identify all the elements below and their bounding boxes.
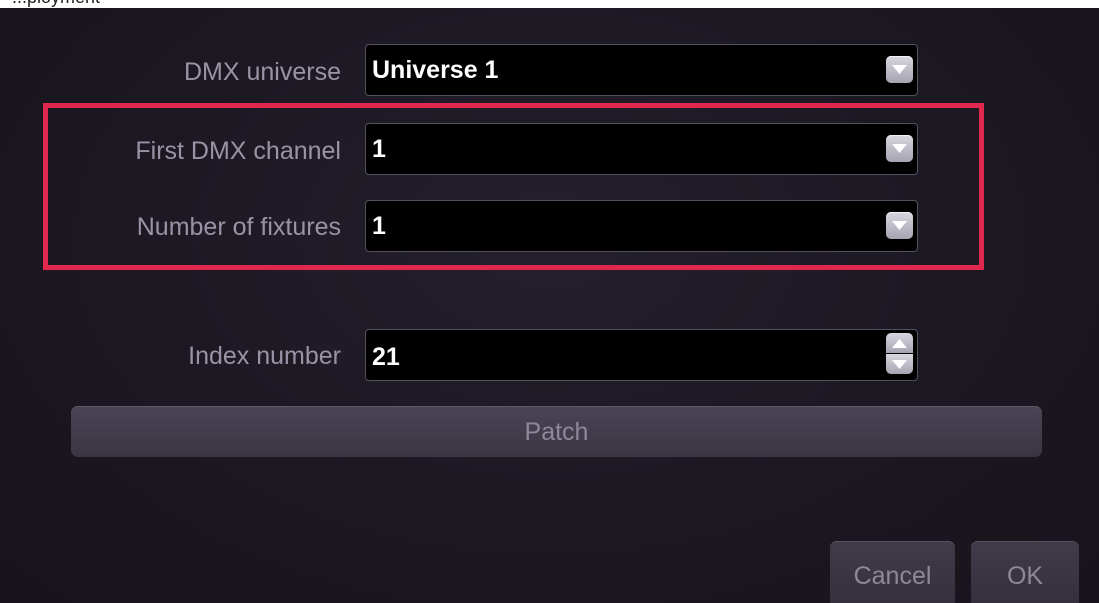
patch-dialog: ...ployment DMX universe Universe 1 Firs…: [0, 0, 1099, 603]
chevron-down-icon[interactable]: [886, 56, 913, 83]
index-number-label: Index number: [188, 342, 341, 370]
chevron-down-icon[interactable]: [886, 354, 913, 374]
index-number-value: 21: [372, 343, 400, 371]
dmx-universe-label: DMX universe: [184, 58, 341, 86]
chevron-up-icon[interactable]: [886, 333, 913, 353]
cancel-button-label: Cancel: [853, 562, 932, 590]
index-number-stepper[interactable]: 21: [365, 329, 918, 381]
patch-button-label: Patch: [524, 418, 589, 446]
top-cut-strip: ...ployment: [0, 0, 1099, 8]
ok-button-label: OK: [1006, 562, 1044, 590]
cancel-button[interactable]: Cancel: [830, 541, 955, 603]
dmx-universe-value: Universe 1: [372, 56, 499, 84]
patch-button[interactable]: Patch: [71, 406, 1042, 457]
ok-button[interactable]: OK: [971, 541, 1079, 603]
top-cut-text: ...ployment: [12, 0, 100, 8]
index-number-stepper-control[interactable]: [886, 333, 913, 375]
dmx-universe-select[interactable]: Universe 1: [365, 44, 918, 96]
highlight-box: [43, 103, 984, 270]
